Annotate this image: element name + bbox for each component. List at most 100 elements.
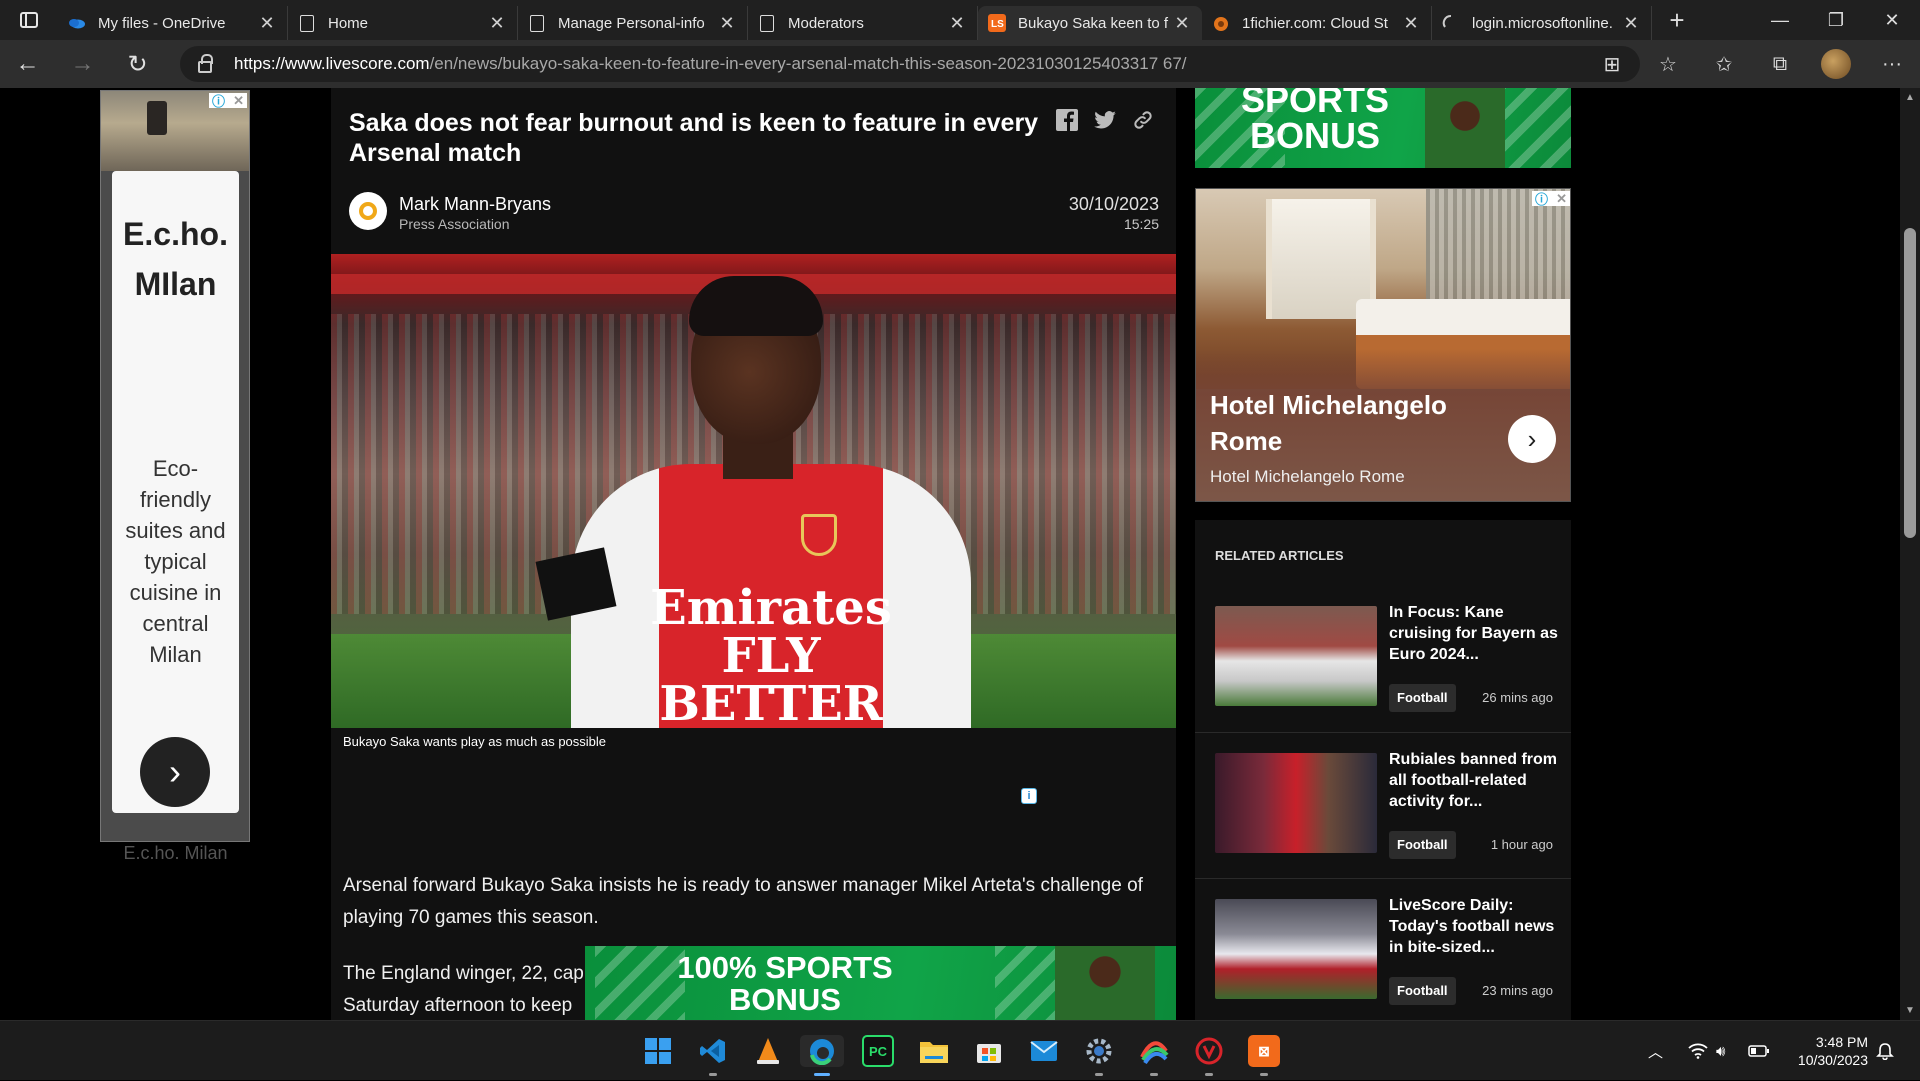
more-menu-icon[interactable]: ···: [1864, 53, 1920, 76]
address-bar[interactable]: https://www.livescore.com/en/news/bukayo…: [180, 46, 1640, 82]
tab-onedrive[interactable]: My files - OneDrive ✕: [58, 6, 288, 40]
related-item[interactable]: LiveScore Daily: Today's football news i…: [1195, 878, 1571, 1020]
settings-gear-icon[interactable]: [1083, 1035, 1115, 1067]
article-paragraph: Arsenal forward Bukayo Saka insists he i…: [343, 875, 1143, 928]
related-time: 26 mins ago: [1482, 690, 1553, 705]
app-available-icon[interactable]: ⊞: [1584, 52, 1640, 77]
close-tab-icon[interactable]: ✕: [717, 13, 737, 34]
close-tab-icon[interactable]: ✕: [1401, 13, 1421, 34]
chevron-right-icon[interactable]: ›: [140, 737, 210, 807]
related-heading: RELATED ARTICLES: [1215, 548, 1344, 563]
author-organisation: Press Association: [399, 216, 510, 232]
category-tag[interactable]: Football: [1389, 831, 1456, 859]
scroll-down-icon[interactable]: ▼: [1905, 1005, 1915, 1016]
tab-label: login.microsoftonline.: [1472, 14, 1613, 32]
battery-icon[interactable]: [1748, 1021, 1770, 1081]
related-item[interactable]: Rubiales banned from all football-relate…: [1195, 732, 1571, 878]
loading-icon: [1442, 14, 1460, 32]
pycharm-icon[interactable]: PC: [862, 1035, 894, 1067]
tab-1fichier[interactable]: 1fichier.com: Cloud St ✕: [1202, 6, 1432, 40]
file-explorer-icon[interactable]: [918, 1035, 950, 1067]
chevron-right-icon[interactable]: ›: [1508, 415, 1556, 463]
article-title: Saka does not fear burnout and is keen t…: [349, 109, 1039, 167]
vlc-icon[interactable]: [752, 1035, 784, 1067]
tab-home[interactable]: Home ✕: [288, 6, 518, 40]
profile-avatar[interactable]: [1821, 49, 1851, 79]
related-thumbnail: [1215, 606, 1377, 706]
window-controls: — ❐ ✕: [1752, 0, 1920, 40]
hotel-subtitle: Hotel Michelangelo Rome: [1210, 467, 1405, 486]
windows-start-icon[interactable]: [642, 1035, 674, 1067]
windows-taskbar: PC ⊠ ︿ 🔊︎ 3:48 PM 10/30/2023: [0, 1020, 1920, 1080]
ad-description: Eco-friendly suites and typical cuisine …: [125, 456, 226, 667]
microsoft-store-icon[interactable]: [973, 1035, 1005, 1067]
volume-icon[interactable]: 🔊︎: [1716, 1021, 1725, 1081]
back-arrow-icon[interactable]: ←: [0, 40, 55, 88]
taskbar-running-indicator: [1095, 1073, 1103, 1076]
close-tab-icon[interactable]: ✕: [257, 13, 277, 34]
vscode-icon[interactable]: [697, 1035, 729, 1067]
toolbar-actions: ⊞ ☆ ✩ ⧉ ···: [1584, 40, 1920, 88]
author-row: Mark Mann-Bryans Press Association 30/10…: [349, 192, 1159, 232]
tab-bukayo-saka[interactable]: LS Bukayo Saka keen to f ✕: [978, 6, 1202, 40]
tab-moderators[interactable]: Moderators ✕: [748, 6, 978, 40]
tab-actions-menu-icon[interactable]: [0, 0, 58, 40]
livescore-icon: LS: [988, 14, 1006, 32]
adchoices-icon[interactable]: ⓘ ✕: [1532, 191, 1570, 207]
hotel-ad[interactable]: ⓘ ✕ Hotel Michelangelo Rome Hotel Michela…: [1195, 188, 1571, 502]
ad-info-icon[interactable]: i: [1021, 788, 1037, 804]
article: Saka does not fear burnout and is keen t…: [331, 88, 1176, 1020]
inline-sports-bonus-banner[interactable]: 100% SPORTS BONUS: [585, 946, 1176, 1020]
close-tab-icon[interactable]: ✕: [487, 13, 507, 34]
ad-footer: E.c.ho. Milan: [123, 843, 228, 863]
close-tab-icon[interactable]: ✕: [947, 13, 967, 34]
restore-icon[interactable]: ❐: [1808, 0, 1864, 40]
press-association-logo: [349, 192, 387, 230]
page-scrollbar[interactable]: ▲ ▼: [1900, 88, 1920, 1020]
close-window-icon[interactable]: ✕: [1864, 0, 1920, 40]
wifi-icon[interactable]: [1688, 1021, 1708, 1081]
top-sports-bonus-banner[interactable]: SPORTS BONUS: [1195, 88, 1571, 168]
related-thumbnail: [1215, 899, 1377, 999]
publish-date: 30/10/2023: [1068, 194, 1159, 214]
page-icon: [298, 14, 316, 32]
collections-icon[interactable]: ⧉: [1752, 53, 1808, 76]
close-tab-icon[interactable]: ✕: [1172, 13, 1192, 34]
tab-label: Home: [328, 14, 369, 32]
lock-icon[interactable]: [198, 53, 213, 73]
mail-icon[interactable]: [1028, 1035, 1060, 1067]
article-hero-image: Emirates FLY BETTER: [331, 254, 1176, 728]
category-tag[interactable]: Football: [1389, 684, 1456, 712]
left-skyscraper-ad[interactable]: ⓘ ✕ E.c.ho. MIlan Eco-friendly suites and…: [100, 90, 250, 863]
brave-icon[interactable]: [1193, 1035, 1225, 1067]
show-hidden-icons[interactable]: ︿: [1648, 1021, 1663, 1081]
tab-label: Bukayo Saka keen to f: [1018, 14, 1169, 32]
copy-link-icon[interactable]: [1131, 108, 1155, 132]
add-favorite-icon[interactable]: ☆: [1640, 52, 1696, 77]
promo-line-2: BONUS: [1249, 115, 1380, 156]
related-time: 23 mins ago: [1482, 983, 1553, 998]
tab-microsoft-login[interactable]: login.microsoftonline. ✕: [1432, 6, 1652, 40]
refresh-icon[interactable]: ↻: [110, 40, 165, 88]
scrollbar-thumb[interactable]: [1904, 228, 1916, 538]
facebook-icon[interactable]: [1055, 108, 1079, 132]
minimize-icon[interactable]: —: [1752, 0, 1808, 40]
colorful-app-icon[interactable]: [1138, 1035, 1170, 1067]
ad-brand-name: E.c.ho. MIlan: [123, 216, 228, 302]
browser-tab-bar: My files - OneDrive ✕ Home ✕ Manage Pers…: [0, 0, 1920, 40]
category-tag[interactable]: Football: [1389, 977, 1456, 1005]
favorites-icon[interactable]: ✩: [1696, 52, 1752, 77]
system-clock[interactable]: 3:48 PM 10/30/2023: [1798, 1033, 1868, 1069]
xampp-icon[interactable]: ⊠: [1248, 1035, 1280, 1067]
edge-icon[interactable]: [800, 1035, 844, 1067]
related-item[interactable]: In Focus: Kane cruising for Bayern as Eu…: [1195, 586, 1571, 732]
twitter-icon[interactable]: [1093, 108, 1117, 132]
close-tab-icon[interactable]: ✕: [1621, 13, 1641, 34]
scroll-up-icon[interactable]: ▲: [1905, 92, 1915, 103]
adchoices-icon[interactable]: ⓘ ✕: [209, 93, 247, 109]
notifications-icon[interactable]: [1876, 1021, 1894, 1081]
forward-arrow-icon[interactable]: →: [55, 40, 110, 88]
tab-manage-personal-info[interactable]: Manage Personal-info ✕: [518, 6, 748, 40]
ad-card[interactable]: E.c.ho. MIlan Eco-friendly suites and ty…: [112, 171, 239, 863]
new-tab-button[interactable]: +: [1652, 0, 1702, 40]
